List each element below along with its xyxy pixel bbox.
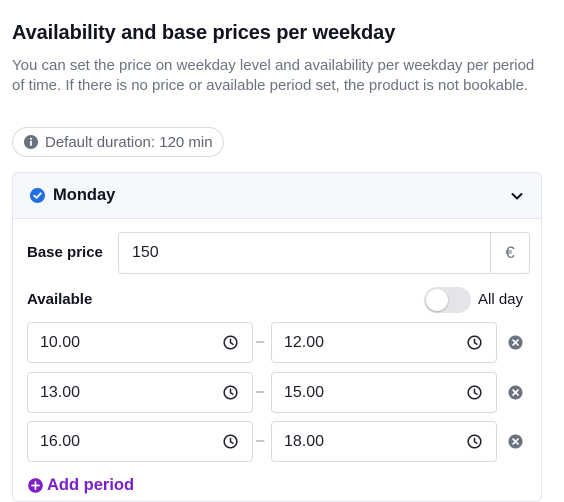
- check-circle-icon: [30, 188, 45, 203]
- clock-icon[interactable]: [223, 434, 238, 449]
- period-separator: –: [256, 333, 265, 350]
- period-from-value[interactable]: 10.00: [40, 334, 223, 352]
- clock-icon[interactable]: [467, 335, 482, 350]
- remove-circle-icon[interactable]: [508, 434, 523, 449]
- default-duration-badge: Default duration: 120 min: [12, 127, 224, 157]
- period-to-input[interactable]: 15.00: [271, 372, 497, 413]
- period-from-input[interactable]: 13.00: [27, 372, 253, 413]
- period-row: 10.00 – 12.00: [27, 322, 523, 363]
- period-row: 16.00 – 18.00: [27, 421, 523, 462]
- add-period-label[interactable]: Add period: [47, 476, 134, 495]
- weekday-name: Monday: [53, 186, 116, 204]
- period-to-value[interactable]: 15.00: [284, 384, 467, 402]
- currency-addon: €: [490, 233, 529, 273]
- clock-icon[interactable]: [467, 434, 482, 449]
- all-day-label: All day: [478, 291, 524, 308]
- base-price-input[interactable]: 150 €: [118, 232, 530, 274]
- clock-icon[interactable]: [223, 385, 238, 400]
- remove-circle-icon[interactable]: [508, 335, 523, 350]
- clock-icon[interactable]: [223, 335, 238, 350]
- clock-icon[interactable]: [467, 385, 482, 400]
- period-from-input[interactable]: 16.00: [27, 421, 253, 462]
- section-title: Availability and base prices per weekday: [12, 22, 396, 44]
- period-separator: –: [256, 383, 265, 400]
- period-separator: –: [256, 432, 265, 449]
- section-description: You can set the price on weekday level a…: [12, 57, 535, 94]
- plus-circle-icon: [28, 478, 43, 493]
- add-period-button[interactable]: Add period: [28, 476, 134, 495]
- base-price-label: Base price: [27, 244, 103, 261]
- period-row: 13.00 – 15.00: [27, 372, 523, 413]
- period-from-value[interactable]: 13.00: [40, 384, 223, 402]
- chevron-down-icon[interactable]: [509, 188, 525, 204]
- info-icon: [24, 135, 38, 149]
- base-price-value[interactable]: 150: [119, 233, 490, 273]
- period-to-value[interactable]: 18.00: [284, 433, 467, 451]
- weekday-header[interactable]: Monday: [13, 173, 541, 219]
- toggle-knob: [426, 289, 448, 311]
- weekday-card-monday: Monday Base price 150 € Available All da…: [12, 172, 542, 502]
- remove-circle-icon[interactable]: [508, 385, 523, 400]
- period-to-input[interactable]: 12.00: [271, 322, 497, 363]
- default-duration-text: Default duration: 120 min: [45, 133, 213, 151]
- all-day-toggle[interactable]: [424, 287, 471, 313]
- period-to-input[interactable]: 18.00: [271, 421, 497, 462]
- period-from-value[interactable]: 16.00: [40, 433, 223, 451]
- period-to-value[interactable]: 12.00: [284, 334, 467, 352]
- available-label: Available: [27, 291, 93, 308]
- period-from-input[interactable]: 10.00: [27, 322, 253, 363]
